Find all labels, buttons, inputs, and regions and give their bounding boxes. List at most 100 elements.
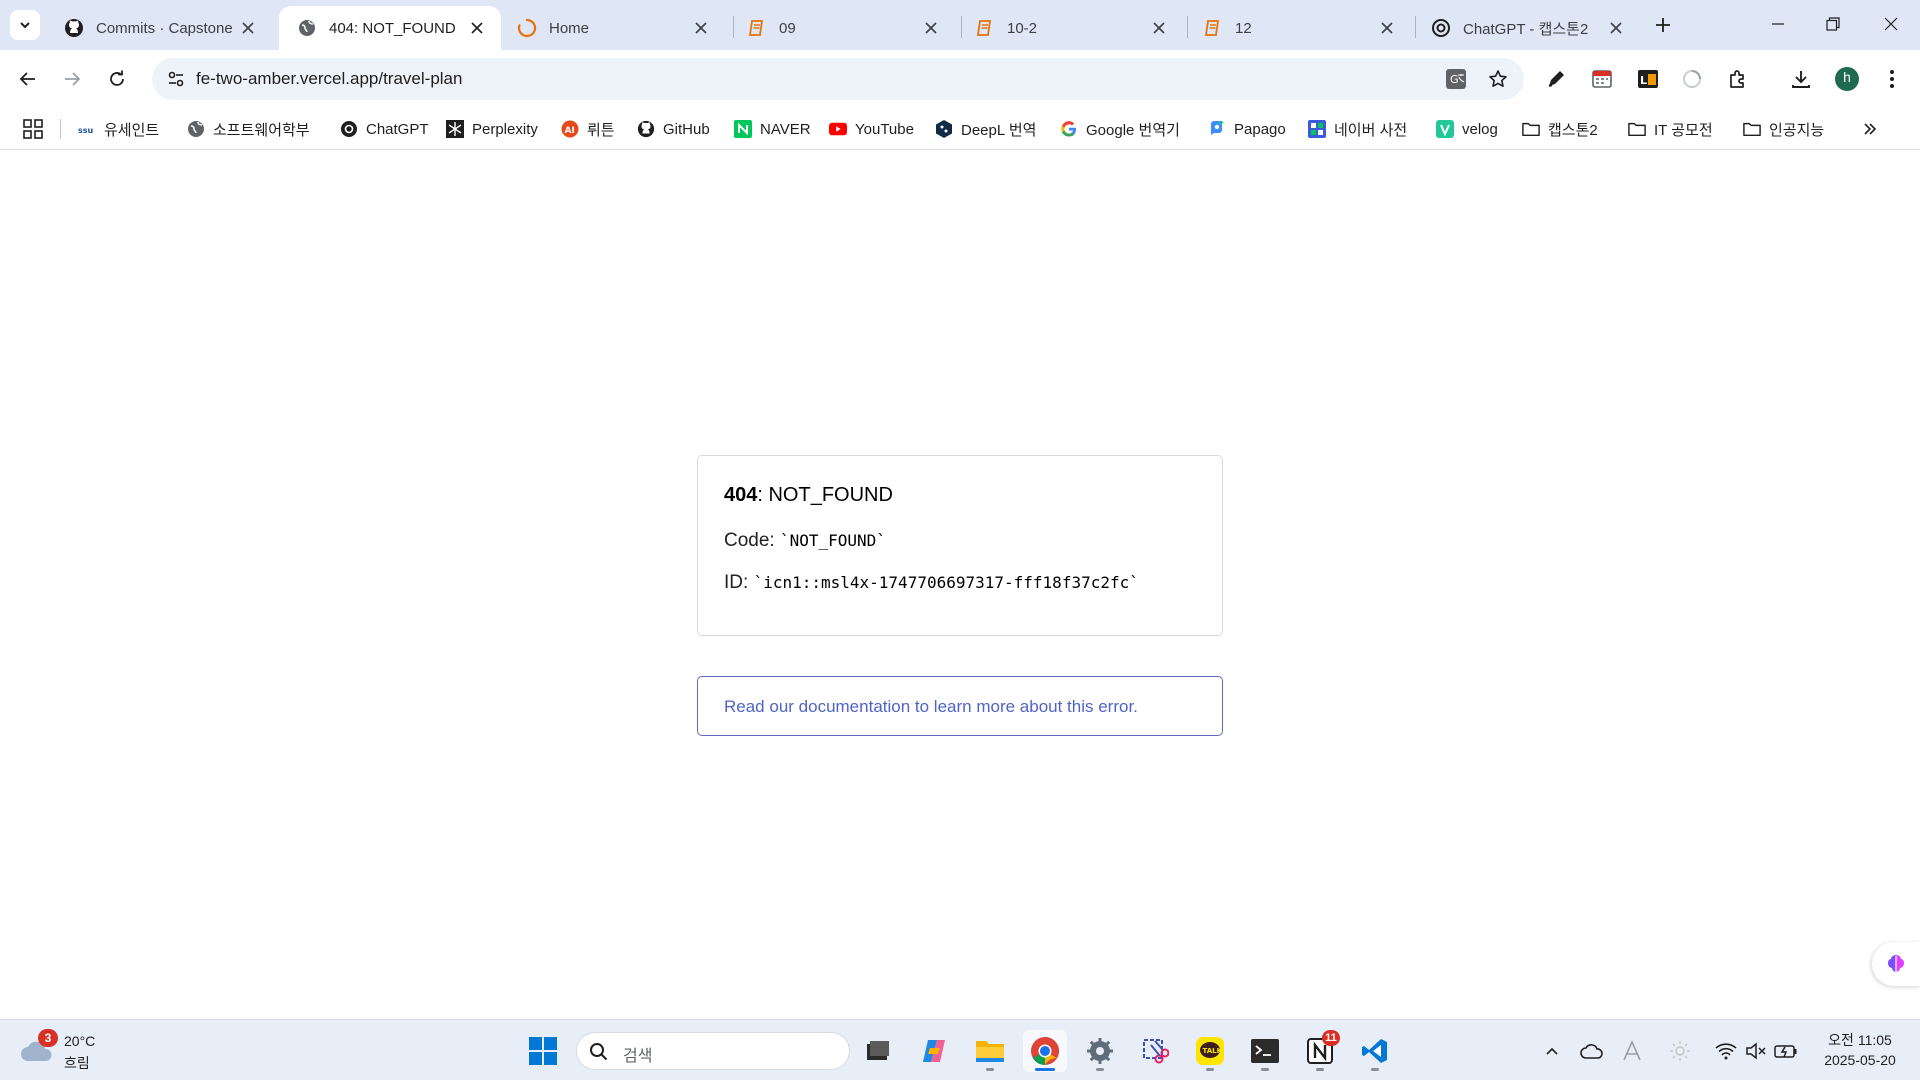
url-text[interactable]: fe-two-amber.vercel.app/travel-plan (196, 69, 462, 89)
tab-chatgpt[interactable]: ChatGPT - 캡스톤2 (1413, 6, 1640, 50)
bookmark-perplexity[interactable]: Perplexity (446, 114, 538, 144)
taskbar-app-chrome[interactable] (1023, 1030, 1067, 1072)
bookmark-folder-ai[interactable]: 인공지능 (1743, 114, 1824, 144)
tray-onedrive[interactable] (1578, 1037, 1606, 1065)
tab-title: ChatGPT - 캡스톤2 (1463, 20, 1589, 38)
translate-button[interactable]: G (1440, 63, 1472, 95)
running-indicator (1096, 1068, 1104, 1071)
taskbar-app-copilot[interactable] (912, 1030, 956, 1072)
bookmark-label: YouTube (855, 120, 914, 138)
taskbar-clock[interactable]: 오전 11:05 2025-05-20 (1812, 1030, 1908, 1070)
tab-search-button[interactable] (10, 10, 40, 40)
bookmark-folder-it-contest[interactable]: IT 공모전 (1628, 114, 1713, 144)
back-button[interactable] (8, 59, 48, 99)
floating-assistant-button[interactable] (1872, 942, 1920, 986)
close-icon[interactable] (1377, 18, 1397, 38)
close-icon[interactable] (691, 18, 711, 38)
restore-button[interactable] (1813, 6, 1853, 42)
taskbar-app-vscode[interactable] (1353, 1030, 1397, 1072)
wifi-icon (1715, 1043, 1737, 1060)
address-bar[interactable]: fe-two-amber.vercel.app/travel-plan G (152, 58, 1524, 100)
start-button[interactable] (526, 1034, 560, 1068)
close-icon[interactable] (1149, 18, 1169, 38)
tray-wifi[interactable] (1712, 1037, 1740, 1065)
avatar-initial: h (1843, 69, 1851, 85)
taskbar-app-kakaotalk[interactable]: TALK (1188, 1030, 1232, 1072)
extension-pen[interactable] (1538, 61, 1574, 97)
bookmark-label: 네이버 사전 (1334, 121, 1408, 139)
apps-button[interactable] (20, 116, 46, 142)
tray-brightness[interactable] (1666, 1037, 1694, 1065)
site-info-button[interactable] (160, 63, 192, 95)
taskbar-app-terminal[interactable] (1243, 1030, 1287, 1072)
bookmark-naver[interactable]: NAVER (734, 114, 811, 144)
tab-10-2[interactable]: 10-2 (957, 6, 1183, 50)
bookmark-deepl[interactable]: DeepL 번역 (935, 114, 1036, 144)
tab-12[interactable]: 12 (1185, 6, 1411, 50)
taskbar-app-snipping-tool[interactable] (1133, 1030, 1177, 1072)
battery-charging-icon (1774, 1045, 1797, 1058)
close-icon[interactable] (1606, 18, 1626, 38)
tray-ime[interactable] (1618, 1037, 1646, 1065)
taskbar-app-notion[interactable]: 11 (1298, 1030, 1342, 1072)
taskbar-app-settings[interactable] (1078, 1030, 1122, 1072)
bookmark-google-translate[interactable]: Google 번역기 (1060, 114, 1180, 144)
puzzle-icon (1730, 70, 1744, 88)
bookmark-folder-capstone2[interactable]: 캡스톤2 (1522, 114, 1598, 144)
extensions-button[interactable] (1720, 61, 1756, 97)
bookmark-wrtn[interactable]: AI 뤼튼 (561, 114, 615, 144)
bookmark-youtube[interactable]: YouTube (829, 114, 914, 144)
reload-button[interactable] (97, 59, 137, 99)
chatgpt-icon (1431, 18, 1451, 38)
tab-09[interactable]: 09 (729, 6, 955, 50)
bookmark-chatgpt[interactable]: ChatGPT (340, 114, 429, 144)
extension-lh[interactable]: L (1630, 61, 1666, 97)
bookmarks-overflow-button[interactable] (1858, 117, 1882, 141)
papago-icon (1208, 120, 1226, 138)
volume-muted-icon (1746, 1042, 1766, 1060)
tab-commits[interactable]: Commits · Capstone (46, 6, 272, 50)
minimize-icon (1772, 23, 1784, 25)
profile-button[interactable]: h (1829, 61, 1865, 97)
show-hidden-icons-button[interactable] (1538, 1037, 1566, 1065)
extension-calendar[interactable] (1584, 61, 1620, 97)
bookmark-papago[interactable]: Papago (1208, 114, 1286, 144)
taskbar-app-file-explorer[interactable] (968, 1030, 1012, 1072)
taskbar: 3 20°C 흐림 검색 TALK 11 오전 11:05 2025-05-20 (0, 1019, 1920, 1080)
tab-404-not-found[interactable]: 404: NOT_FOUND (279, 6, 501, 50)
error-code-line: Code: `NOT_FOUND` (724, 530, 1196, 554)
bookmark-github[interactable]: GitHub (637, 114, 710, 144)
bookmark-label: 뤼튼 (587, 121, 615, 139)
taskbar-search[interactable]: 검색 (576, 1032, 850, 1070)
folder-icon (1522, 120, 1540, 138)
error-id-value: `icn1::msl4x-1747706697317-fff18f37c2fc` (753, 573, 1139, 592)
close-icon[interactable] (921, 18, 941, 38)
bookmark-label: Papago (1234, 120, 1286, 138)
tune-icon (168, 71, 184, 87)
bookmark-velog[interactable]: velog (1436, 114, 1498, 144)
bookmark-naver-dictionary[interactable]: 네이버 사전 (1308, 114, 1407, 144)
minimize-button[interactable] (1758, 6, 1798, 42)
tab-home[interactable]: Home (499, 6, 725, 50)
sun-icon (1670, 1041, 1690, 1061)
copilot-icon (923, 1040, 945, 1062)
bookmark-software[interactable]: 소프트웨어학부 (187, 114, 310, 144)
close-window-button[interactable] (1871, 6, 1911, 42)
bookmark-usaint[interactable]: ssu 유세인트 (78, 114, 159, 144)
close-icon[interactable] (238, 18, 258, 38)
weather-widget[interactable]: 3 20°C 흐림 (20, 1029, 120, 1073)
tray-volume-muted[interactable] (1742, 1037, 1770, 1065)
downloads-button[interactable] (1783, 61, 1819, 97)
taskbar-app-task-view[interactable] (856, 1030, 900, 1072)
svg-text:L: L (1640, 74, 1647, 87)
terminal-icon (1251, 1039, 1279, 1063)
menu-button[interactable] (1874, 61, 1910, 97)
close-icon[interactable] (467, 18, 487, 38)
bookmark-star-button[interactable] (1482, 63, 1514, 95)
tray-battery[interactable] (1772, 1037, 1800, 1065)
error-code-label: Code: (724, 530, 780, 551)
new-tab-button[interactable] (1648, 10, 1678, 40)
extension-loader[interactable] (1674, 61, 1710, 97)
forward-button[interactable] (52, 59, 92, 99)
documentation-link[interactable]: Read our documentation to learn more abo… (697, 676, 1223, 736)
